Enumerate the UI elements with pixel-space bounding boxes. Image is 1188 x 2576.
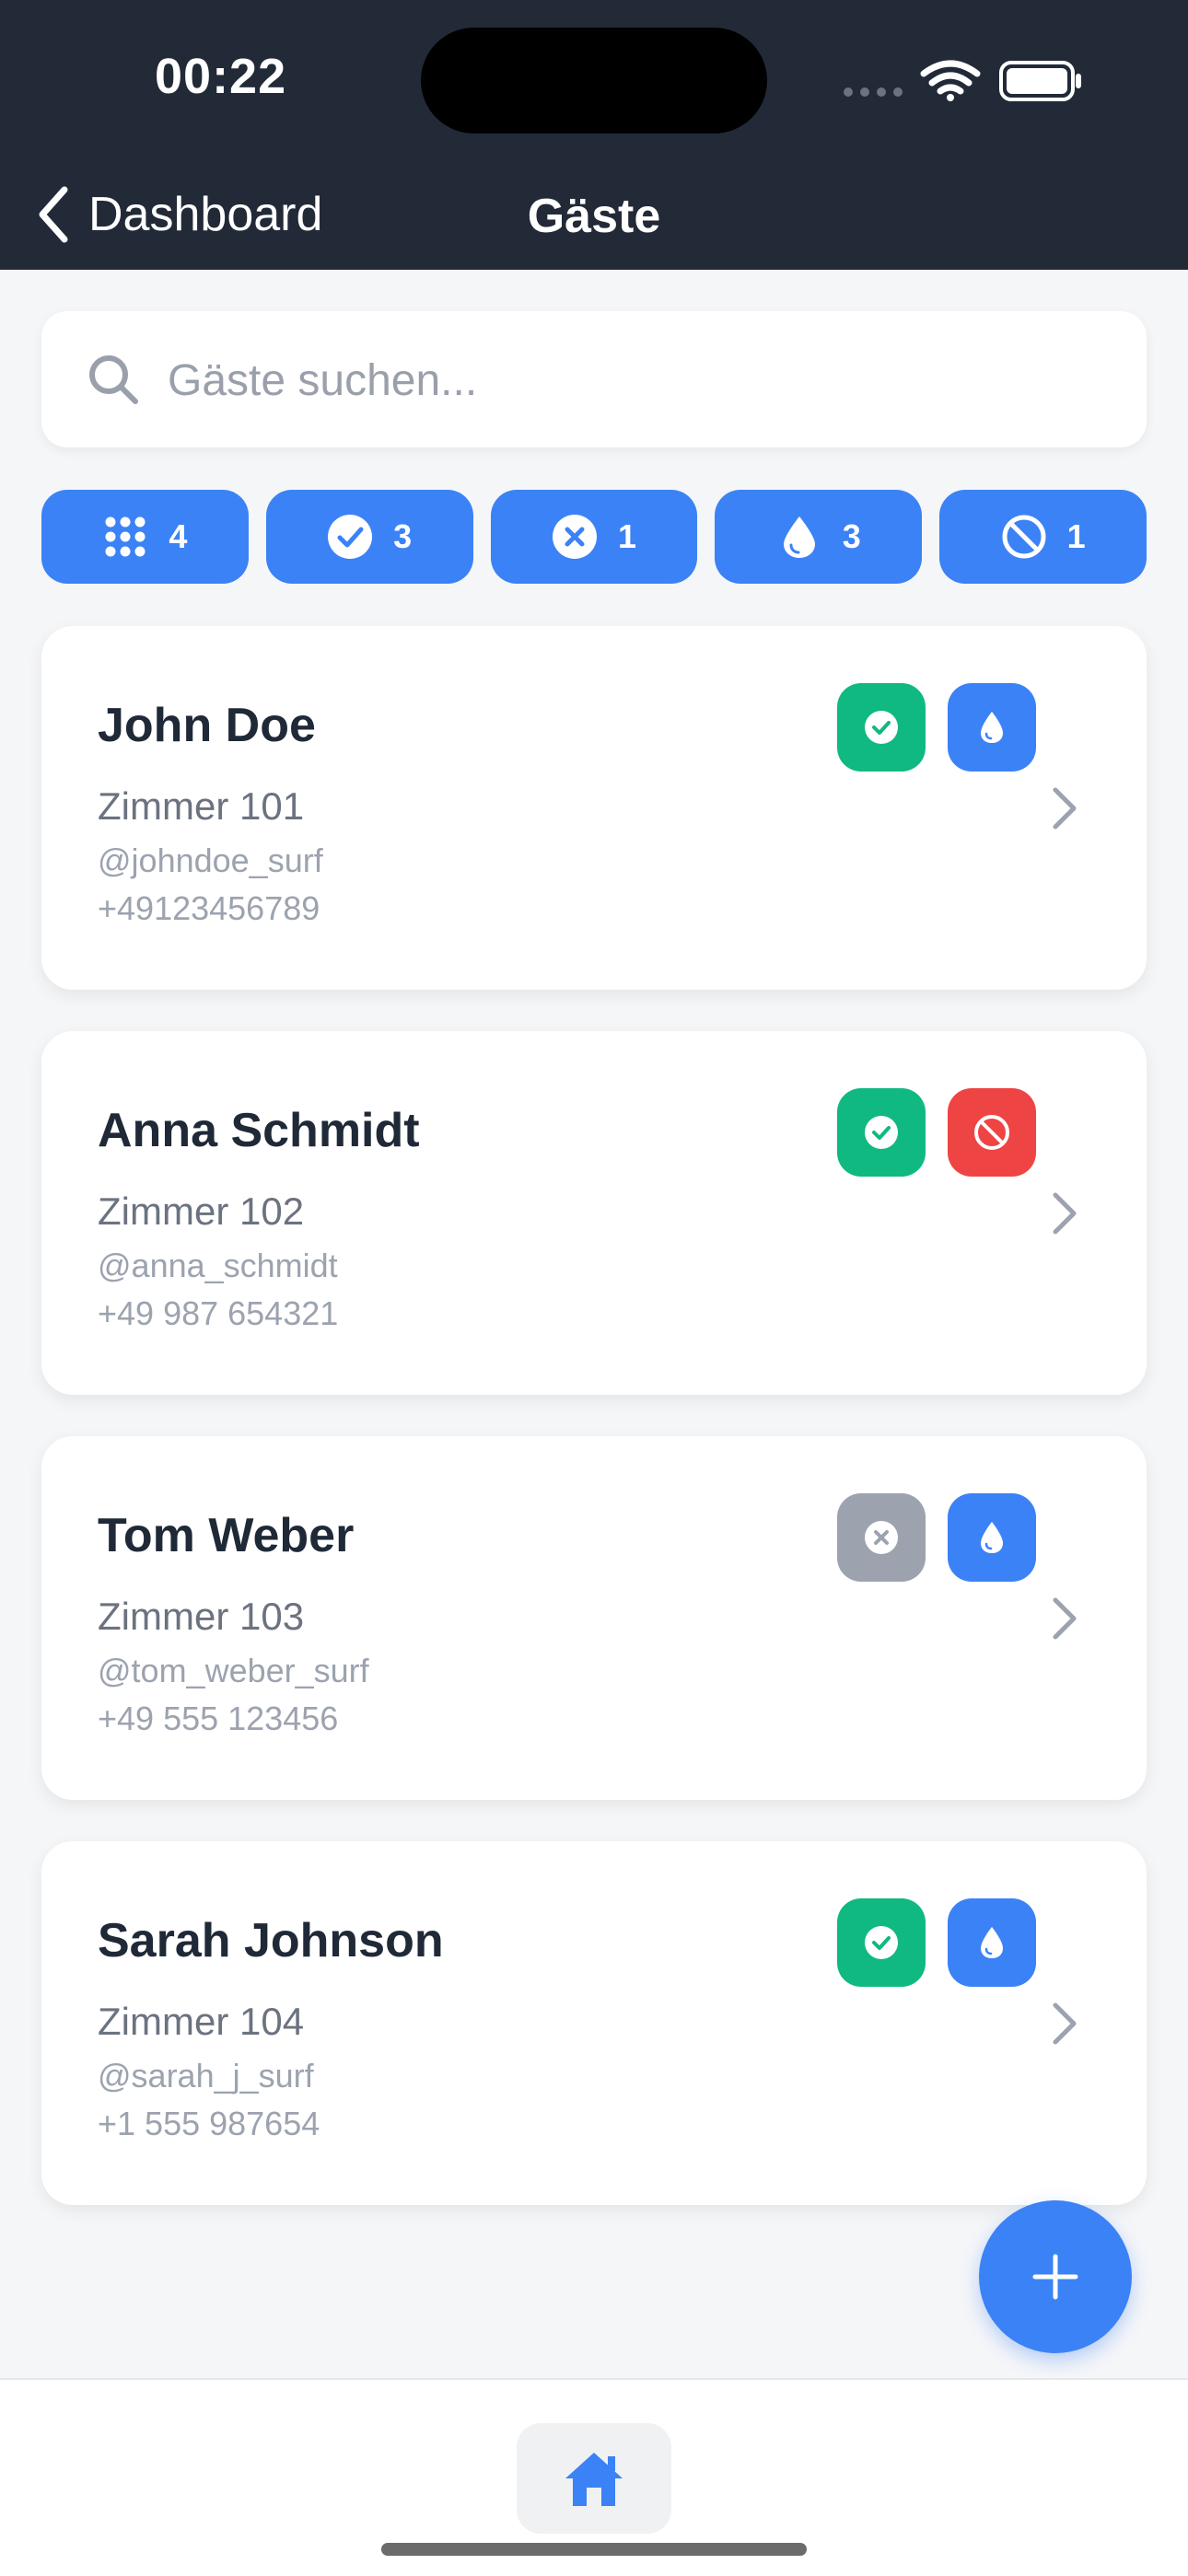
drop-badge (948, 1493, 1036, 1582)
wifi-icon (920, 60, 981, 101)
home-icon (565, 2453, 623, 2506)
chevron-right-icon (1053, 1192, 1077, 1235)
filter-all-chip[interactable]: 4 (41, 490, 249, 584)
checked-in-badge (837, 1898, 926, 1987)
guest-handle: @johndoe_surf (98, 841, 323, 879)
guest-phone: +49 987 654321 (98, 1294, 339, 1332)
drop-badge (948, 1898, 1036, 1987)
dynamic-island (421, 28, 767, 133)
tab-home[interactable] (517, 2423, 671, 2534)
x-circle-icon (552, 515, 597, 559)
filter-count: 4 (169, 517, 188, 555)
checked-in-badge (837, 683, 926, 772)
guest-room: Zimmer 102 (98, 1189, 305, 1233)
guest-name: John Doe (98, 699, 316, 752)
blocked-badge (948, 1088, 1036, 1177)
page-title: Gäste (527, 190, 661, 243)
guest-room: Zimmer 104 (98, 2000, 305, 2043)
chevron-right-icon (1053, 1597, 1077, 1640)
filter-count: 1 (1066, 517, 1086, 555)
drop-icon (981, 1522, 1003, 1553)
battery-icon (999, 61, 1081, 101)
check-circle-icon (328, 515, 373, 559)
drop-icon (981, 1927, 1003, 1958)
guest-room: Zimmer 101 (98, 784, 305, 828)
filter-drop-chip[interactable]: 3 (715, 490, 923, 584)
guest-card[interactable]: Tom Weber Zimmer 103 @tom_weber_surf +49… (41, 1436, 1147, 1800)
home-indicator (381, 2543, 807, 2556)
add-guest-button[interactable] (979, 2200, 1132, 2353)
status-icons (844, 60, 1081, 101)
drop-icon (981, 712, 1003, 743)
filter-checked-in-chip[interactable]: 3 (265, 490, 473, 584)
filter-bar: 4 3 1 3 1 (41, 490, 1147, 584)
search-bar (41, 311, 1147, 449)
check-circle-icon (865, 1116, 898, 1149)
drop-icon (783, 516, 815, 558)
guest-handle: @tom_weber_surf (98, 1652, 369, 1689)
check-circle-icon (865, 1926, 898, 1959)
drop-badge (948, 683, 1036, 772)
guest-phone: +49123456789 (98, 889, 320, 927)
filter-count: 3 (842, 517, 861, 555)
guest-name: Anna Schmidt (98, 1104, 420, 1157)
guest-card[interactable]: Anna Schmidt Zimmer 102 @anna_schmidt +4… (41, 1031, 1147, 1395)
chevron-right-icon (1053, 787, 1077, 830)
filter-count: 3 (393, 517, 413, 555)
guest-card[interactable]: Sarah Johnson Zimmer 104 @sarah_j_surf +… (41, 1841, 1147, 2205)
chevron-right-icon (1053, 2002, 1077, 2045)
guest-name: Sarah Johnson (98, 1914, 444, 1967)
guest-handle: @sarah_j_surf (98, 2057, 314, 2094)
ban-icon (1002, 515, 1046, 559)
search-input[interactable] (166, 311, 1109, 449)
not-checked-in-badge (837, 1493, 926, 1582)
plus-icon (1032, 2254, 1078, 2300)
guest-phone: +49 555 123456 (98, 1700, 339, 1737)
ban-icon (974, 1115, 1009, 1150)
guest-room: Zimmer 103 (98, 1595, 305, 1638)
search-icon (89, 355, 138, 404)
filter-blocked-chip[interactable]: 1 (939, 490, 1147, 584)
checked-in-badge (837, 1088, 926, 1177)
guest-phone: +1 555 987654 (98, 2105, 320, 2142)
status-time: 00:22 (155, 49, 287, 104)
guest-handle: @anna_schmidt (98, 1247, 338, 1284)
check-circle-icon (865, 711, 898, 744)
filter-count: 1 (617, 517, 636, 555)
nav-header: 00:22 Dashboard Gäste (0, 0, 1188, 270)
grid-icon (105, 516, 146, 557)
x-circle-icon (865, 1521, 898, 1554)
tab-bar (0, 2378, 1188, 2576)
guest-card[interactable]: John Doe Zimmer 101 @johndoe_surf +49123… (41, 626, 1147, 990)
guest-name: Tom Weber (98, 1509, 355, 1562)
filter-not-checked-in-chip[interactable]: 1 (490, 490, 698, 584)
